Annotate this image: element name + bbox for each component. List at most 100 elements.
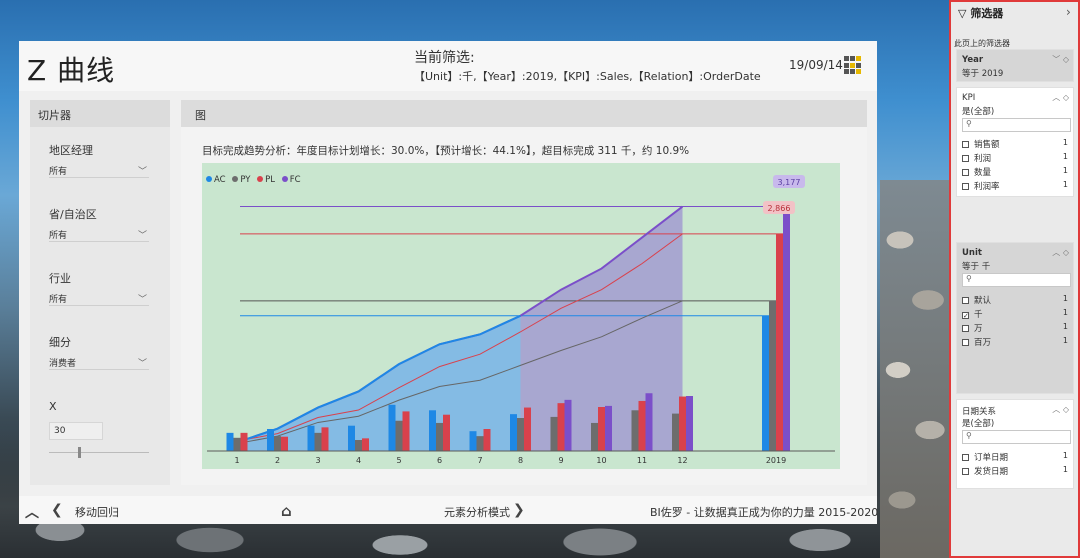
- home-icon[interactable]: ⌂: [281, 502, 292, 520]
- bar-py-9: [550, 416, 558, 451]
- legend-label: PY: [240, 175, 251, 185]
- bar-ac-4: [348, 425, 355, 451]
- bar-ac-8: [510, 414, 517, 451]
- chevron-up-icon[interactable]: ︿: [25, 502, 39, 522]
- element-analysis-button[interactable]: 元素分析模式: [444, 504, 510, 520]
- chevron-down-icon[interactable]: ﹀: [138, 228, 147, 241]
- chevron-down-icon[interactable]: ﹀: [138, 292, 147, 305]
- search-input[interactable]: ⚲: [962, 273, 1071, 287]
- x-tick-label: 2019: [766, 456, 786, 465]
- filter-option[interactable]: 百万 1: [962, 336, 1068, 348]
- forward-arrow-icon[interactable]: ❯: [513, 502, 525, 518]
- bar-pl-5: [402, 411, 410, 451]
- checkbox[interactable]: [962, 297, 969, 304]
- filter-card-date-relation[interactable]: 日期关系 是(全部) ︿ ◇ ⚲ 订单日期 1 发货日期 1: [956, 399, 1074, 489]
- bar-annual-fc: [783, 206, 790, 451]
- x-value-input[interactable]: 30: [49, 422, 103, 440]
- bar-pl-11: [638, 400, 646, 451]
- back-arrow-icon[interactable]: ❮: [51, 502, 63, 518]
- legend-item-pl[interactable]: PL: [257, 175, 275, 185]
- slicer-dropdown[interactable]: 消费者 ﹀: [49, 356, 149, 370]
- legend-item-py[interactable]: PY: [232, 175, 250, 185]
- report-date: 19/09/14: [789, 58, 843, 72]
- legend-item-fc[interactable]: FC: [281, 175, 301, 185]
- bar-pl-1: [240, 432, 248, 451]
- slicer-region-manager[interactable]: 地区经理 所有 ﹀: [49, 142, 149, 178]
- slicer-dropdown[interactable]: 所有 ﹀: [49, 164, 149, 178]
- checkbox[interactable]: [962, 339, 969, 346]
- filter-card-unit[interactable]: Unit 等于 千 ︿ ◇ ⚲ 默认 1 ✓ 千 1 万1 百万 1: [956, 242, 1074, 394]
- search-icon: ⚲: [966, 274, 972, 283]
- x-tick-label: 1: [234, 456, 239, 465]
- legend-label: FC: [289, 175, 301, 185]
- search-input[interactable]: ⚲: [962, 118, 1071, 132]
- checkbox[interactable]: [962, 141, 969, 148]
- chart-plot-area: 3,177 2,866 1 2 3 4 5 6 7 8 9 10 11 12 2019 AC PY PL F…: [202, 163, 840, 469]
- slicer-dropdown[interactable]: 所有 ﹀: [49, 228, 149, 242]
- search-input[interactable]: ⚲: [962, 430, 1071, 444]
- report-canvas: Z 曲线 当前筛选: 【Unit】:千,【Year】:2019,【KPI】:Sa…: [19, 41, 879, 524]
- filter-option[interactable]: ✓ 千 1: [962, 308, 1068, 320]
- slicer-value: 所有: [49, 167, 68, 177]
- bar-annual-ac: [762, 315, 769, 451]
- filter-card-kpi[interactable]: KPI 是(全部) ︿ ◇ ⚲ 销售额 1 利润 1 数量 1 利润率 1: [956, 87, 1074, 197]
- checkbox-checked[interactable]: ✓: [962, 312, 969, 320]
- bar-fc-11: [645, 393, 653, 451]
- filter-card-summary: 等于 千: [962, 262, 991, 272]
- chevron-down-icon[interactable]: ﹀: [138, 164, 147, 177]
- app-grid-icon[interactable]: [844, 56, 863, 75]
- filter-card-title: 日期关系: [962, 407, 997, 417]
- checkbox[interactable]: [962, 183, 969, 190]
- legend-label: AC: [214, 175, 226, 185]
- filter-card-year[interactable]: Year 等于 2019 ﹀ ◇: [956, 49, 1074, 82]
- slicer-segment[interactable]: 细分 消费者 ﹀: [49, 334, 149, 370]
- bar-fc-12: [686, 396, 693, 451]
- checkbox[interactable]: [962, 325, 969, 332]
- bar-py-11: [631, 410, 639, 451]
- checkbox[interactable]: [962, 454, 969, 461]
- legend-label: PL: [265, 175, 276, 185]
- legend-item-ac[interactable]: AC: [206, 175, 226, 185]
- bar-pl-10: [598, 407, 605, 451]
- filter-option[interactable]: 利润 1: [962, 152, 1068, 164]
- checkbox[interactable]: [962, 468, 969, 475]
- slicer-label: 行业: [49, 272, 71, 285]
- filter-option[interactable]: 发货日期 1: [962, 465, 1068, 477]
- slicer-province[interactable]: 省/自治区 所有 ﹀: [49, 206, 149, 242]
- x-tick-label: 9: [558, 456, 563, 465]
- x-tick-label: 10: [596, 456, 606, 465]
- filter-card-actions[interactable]: ︿ ◇: [1052, 92, 1069, 103]
- x-tick-label: 3: [315, 456, 320, 465]
- x-tick-label: 6: [437, 456, 442, 465]
- chart-panel: 图 目标完成趋势分析：年度目标计划增长：30.0%，【预计增长：44.1%】，超…: [181, 100, 867, 485]
- filter-card-actions[interactable]: ︿ ◇: [1052, 247, 1069, 258]
- filter-option[interactable]: 利润率 1: [962, 180, 1068, 192]
- chevron-down-icon[interactable]: ﹀: [138, 356, 147, 369]
- slicer-industry[interactable]: 行业 所有 ﹀: [49, 270, 149, 306]
- collapse-pane-icon[interactable]: ›: [1066, 5, 1071, 19]
- filter-option[interactable]: 数量 1: [962, 166, 1068, 178]
- slicer-value: 所有: [49, 231, 68, 241]
- x-slider[interactable]: [49, 447, 149, 458]
- filter-card-actions[interactable]: ︿ ◇: [1052, 404, 1069, 415]
- bar-py-1: [233, 437, 241, 451]
- checkbox[interactable]: [962, 169, 969, 176]
- filter-card-actions[interactable]: ﹀ ◇: [1052, 54, 1069, 65]
- report-header: Z 曲线 当前筛选: 【Unit】:千,【Year】:2019,【KPI】:Sa…: [19, 41, 877, 91]
- bar-pl-9: [557, 403, 565, 451]
- filters-pane-title-text: 筛选器: [970, 7, 1004, 20]
- slicer-dropdown[interactable]: 所有 ﹀: [49, 292, 149, 306]
- credit-text: BI佐罗 - 让数据真正成为你的力量 2015-2020: [650, 506, 879, 519]
- back-button-label[interactable]: 移动回归: [75, 504, 119, 520]
- slicer-label: 省/自治区: [49, 208, 97, 221]
- chart-legend: AC PY PL FC: [206, 175, 305, 185]
- bar-ac-3: [307, 425, 315, 451]
- filter-option[interactable]: 万1: [962, 322, 1068, 334]
- filter-option[interactable]: 默认 1: [962, 294, 1068, 306]
- filter-option[interactable]: 销售额 1: [962, 138, 1068, 150]
- checkbox[interactable]: [962, 155, 969, 162]
- filter-option[interactable]: 订单日期 1: [962, 451, 1068, 463]
- bar-ac-2: [267, 429, 274, 451]
- x-tick-label: 4: [356, 456, 361, 465]
- slider-thumb[interactable]: [78, 447, 81, 458]
